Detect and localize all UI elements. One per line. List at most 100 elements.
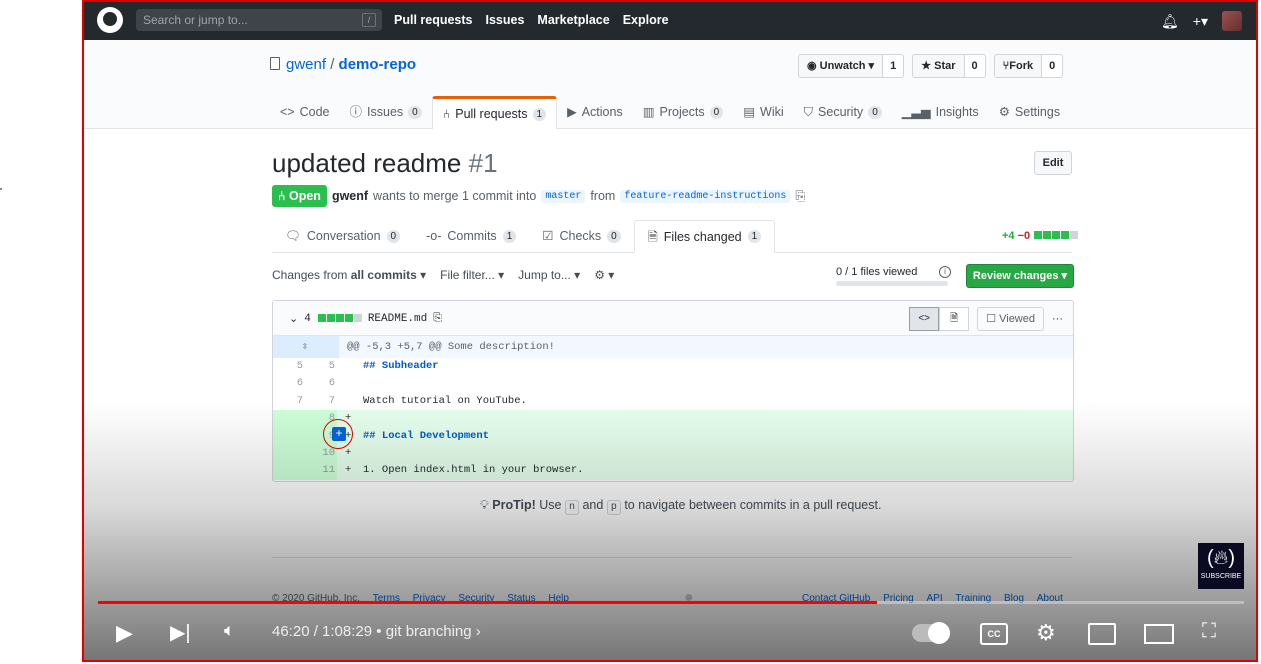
- tab-issues[interactable]: ⓘ Issues 0: [340, 96, 432, 128]
- pr-author-link[interactable]: gwenf: [332, 189, 368, 203]
- base-branch[interactable]: master: [541, 189, 586, 203]
- repo-name-link[interactable]: demo-repo: [339, 56, 417, 73]
- files-viewed-progress: 0 / 1 files viewed: [836, 266, 948, 286]
- gear-dropdown-icon[interactable]: ⚙ ▾: [594, 268, 614, 282]
- info-icon[interactable]: i: [939, 266, 951, 278]
- old-line-number[interactable]: [273, 410, 305, 428]
- tab-actions[interactable]: ▶ Actions: [557, 96, 633, 128]
- review-changes-label: Review changes: [972, 270, 1059, 282]
- expand-icon[interactable]: ⇳: [273, 336, 339, 358]
- diff-sign: +: [345, 464, 352, 477]
- old-line-number[interactable]: [273, 427, 305, 445]
- next-icon[interactable]: ▶|: [170, 620, 191, 645]
- diffstat-block: [1052, 231, 1061, 239]
- file-name-link[interactable]: README.md: [368, 313, 427, 325]
- miniplayer-icon[interactable]: [1088, 623, 1116, 645]
- old-line-number[interactable]: 7: [273, 393, 305, 410]
- fullscreen-icon[interactable]: ⛶: [1202, 620, 1216, 643]
- tab-projects[interactable]: ▥ Projects 0: [633, 96, 734, 128]
- header-right: 🔔︎ +▾: [1161, 2, 1242, 40]
- diff-code: ## Subheader: [363, 360, 439, 372]
- fork-count[interactable]: 0: [1042, 54, 1064, 78]
- bell-icon[interactable]: 🔔︎: [1161, 13, 1179, 30]
- autoplay-toggle[interactable]: [912, 622, 950, 644]
- diffstat-block: [1070, 231, 1079, 239]
- view-toggle: <> 🗎︎: [909, 307, 970, 331]
- play-icon[interactable]: ▶: [116, 620, 133, 646]
- nav-pull-requests[interactable]: Pull requests: [394, 2, 473, 40]
- new-line-number[interactable]: 5: [305, 358, 337, 375]
- avatar[interactable]: [1222, 11, 1242, 31]
- nav-explore[interactable]: Explore: [623, 2, 669, 40]
- repo-header: gwenf / demo-repo ◉ Unwatch ▾ 1 ★ Star 0…: [84, 40, 1256, 129]
- watch-count[interactable]: 1: [883, 54, 905, 78]
- hunk-header: ⇳ @@ -5,3 +5,7 @@ Some description!: [273, 336, 1073, 358]
- plus-dropdown-icon[interactable]: +▾: [1193, 13, 1208, 30]
- tab-security[interactable]: ⛉ Security 0: [794, 96, 892, 128]
- head-branch[interactable]: feature-readme-instructions: [620, 189, 791, 203]
- tab-checks[interactable]: ☑ Checks 0: [529, 220, 633, 252]
- tab-wiki[interactable]: ▤ Wiki: [733, 96, 793, 128]
- chevron-right-icon[interactable]: ›: [476, 623, 481, 640]
- new-line-number[interactable]: 7: [305, 393, 337, 410]
- changes-from-label: Changes from: [272, 268, 348, 282]
- search-placeholder: Search or jump to...: [143, 13, 248, 27]
- old-line-number[interactable]: [273, 444, 305, 463]
- tab-count: 0: [607, 229, 621, 243]
- new-line-number[interactable]: 11: [305, 462, 337, 480]
- tab-insights[interactable]: ▁▃▅ Insights: [892, 96, 989, 128]
- repo-owner-link[interactable]: gwenf: [286, 56, 326, 73]
- progress-played: [98, 601, 878, 604]
- chapter-title[interactable]: git branching: [386, 623, 472, 640]
- edit-button[interactable]: Edit: [1034, 151, 1072, 175]
- diff-line: 11 +1. Open index.html in your browser.: [273, 462, 1073, 480]
- tab-count: 0: [386, 229, 401, 243]
- diffstat: +4 −0: [1002, 230, 1079, 242]
- nav-marketplace[interactable]: Marketplace: [537, 2, 609, 40]
- rich-diff-icon[interactable]: 🗎︎: [939, 307, 970, 331]
- tab-files-changed[interactable]: 🗎︎ Files changed 1: [633, 220, 776, 253]
- old-line-number[interactable]: [273, 462, 305, 480]
- nav-issues[interactable]: Issues: [486, 2, 525, 40]
- protip-label: ProTip!: [492, 498, 536, 512]
- tab-code[interactable]: <> Code: [270, 96, 340, 128]
- subscribe-watermark[interactable]: (🔥︎) SUBSCRIBE: [1198, 543, 1244, 589]
- unwatch-button[interactable]: ◉ Unwatch ▾: [798, 54, 884, 78]
- tab-pull-requests[interactable]: ⑃ Pull requests 1: [431, 96, 558, 129]
- captions-icon[interactable]: CC: [980, 623, 1008, 645]
- video-progress-bar[interactable]: [98, 601, 1244, 604]
- clipboard-icon[interactable]: ⎘: [795, 189, 805, 204]
- tab-conversation[interactable]: 🗨︎ Conversation 0: [272, 220, 413, 252]
- settings-gear-icon[interactable]: ⚙: [1036, 620, 1056, 646]
- source-diff-icon[interactable]: <>: [909, 307, 940, 331]
- changes-from-dropdown[interactable]: Changes from all commits ▾: [272, 268, 426, 282]
- review-changes-button[interactable]: Review changes ▾: [966, 264, 1074, 288]
- github-header: Search or jump to... / Pull requests Iss…: [84, 2, 1256, 40]
- jump-to-dropdown[interactable]: Jump to... ▾: [518, 268, 580, 282]
- file-filter-dropdown[interactable]: File filter... ▾: [440, 268, 504, 282]
- volume-icon[interactable]: 🔈︎: [224, 620, 235, 641]
- fork-button[interactable]: ⑂Fork: [993, 54, 1043, 78]
- diffstat-block: [326, 313, 335, 322]
- kebab-menu-icon[interactable]: ···: [1052, 313, 1063, 325]
- theater-mode-icon[interactable]: [1144, 624, 1174, 644]
- star-button[interactable]: ★ Star: [912, 54, 965, 78]
- viewed-checkbox[interactable]: ☐ Viewed: [977, 307, 1044, 331]
- new-line-number[interactable]: 6: [305, 375, 337, 392]
- jump-to-label: Jump to...: [518, 268, 571, 282]
- diffstat-block: [1043, 231, 1052, 239]
- deletions-count: −0: [1017, 230, 1031, 242]
- chevron-down-icon[interactable]: ⌄: [289, 312, 298, 325]
- tab-commits[interactable]: -o- Commits 1: [413, 220, 529, 252]
- code-icon: <>: [280, 105, 295, 119]
- old-line-number[interactable]: 5: [273, 358, 305, 375]
- star-count[interactable]: 0: [964, 54, 986, 78]
- tab-settings[interactable]: ⚙ Settings: [989, 96, 1070, 128]
- search-input[interactable]: Search or jump to... /: [136, 9, 382, 31]
- add-comment-button[interactable]: +: [332, 427, 346, 441]
- pr-number: #1: [468, 148, 498, 178]
- diff-line: 10 +: [273, 444, 1073, 463]
- clipboard-icon[interactable]: ⎘: [433, 312, 442, 325]
- github-logo-icon[interactable]: [97, 7, 123, 33]
- old-line-number[interactable]: 6: [273, 375, 305, 392]
